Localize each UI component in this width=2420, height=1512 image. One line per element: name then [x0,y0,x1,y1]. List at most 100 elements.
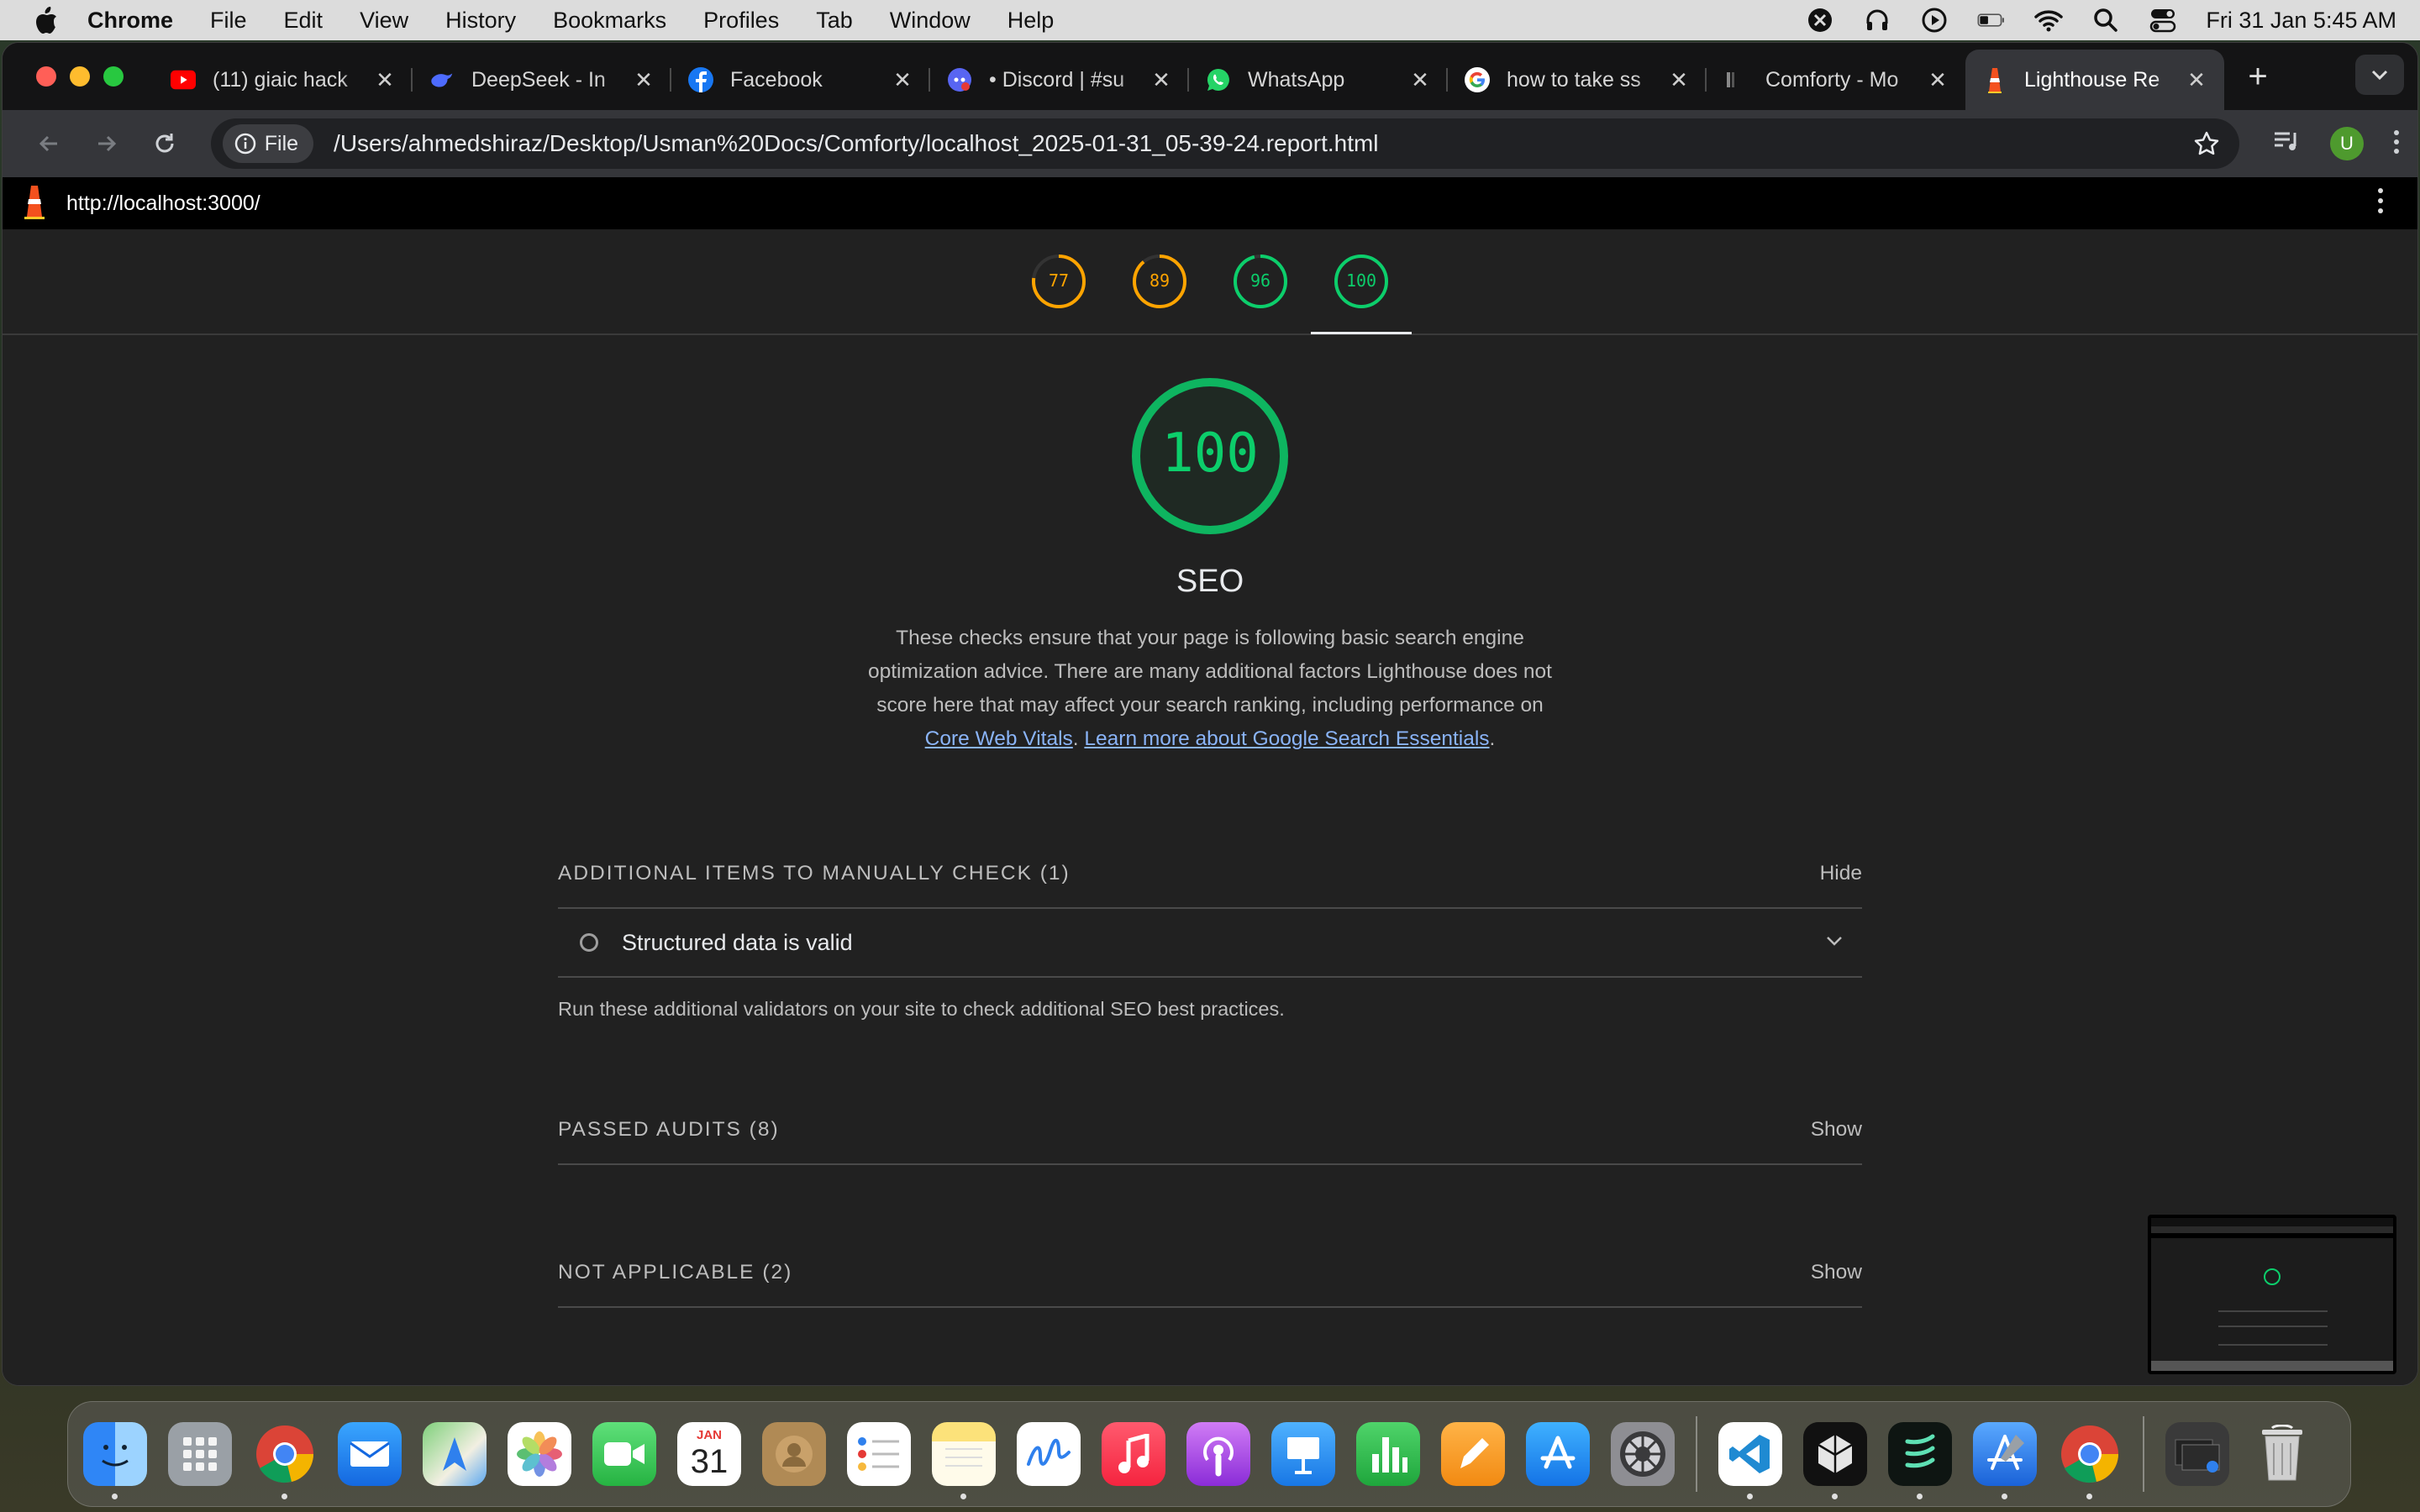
passed-audits-toggle[interactable]: Show [1811,1118,1862,1142]
zoom-window-button[interactable] [103,66,124,87]
minimize-window-button[interactable] [70,66,90,87]
battery-icon[interactable] [1977,7,2006,34]
launchpad-icon[interactable] [168,1422,232,1486]
address-url[interactable]: /Users/ahmedshiraz/Desktop/Usman%20Docs/… [334,130,2186,157]
numbers-icon[interactable] [1356,1422,1420,1486]
forward-button[interactable] [77,118,135,169]
tab-comforty[interactable]: Comforty - Mo ✕ [1707,55,1965,105]
menu-clock[interactable]: Fri 31 Jan 5:45 AM [2206,8,2396,34]
freeform-icon[interactable] [1017,1422,1081,1486]
system-settings-icon[interactable] [1611,1422,1675,1486]
category-gauge-3[interactable]: 100 [1311,231,1412,334]
report-url[interactable]: http://localhost:3000/ [66,192,260,216]
menu-help[interactable]: Help [989,8,1073,34]
report-menu-icon[interactable] [2377,187,2384,220]
chrome-dock-icon[interactable] [253,1422,317,1499]
menu-tab[interactable]: Tab [797,8,871,34]
apple-menu-icon[interactable] [24,3,69,37]
spotlight-search-icon[interactable] [2091,7,2120,34]
mail-icon[interactable] [338,1422,402,1486]
category-gauge-2[interactable]: 96 [1210,231,1311,332]
control-center-icon[interactable] [2149,7,2177,34]
terminal-app-icon[interactable] [1888,1422,1952,1499]
manual-checks-header[interactable]: ADDITIONAL ITEMS TO MANUALLY CHECK (1) H… [558,840,1862,909]
close-tab-icon[interactable]: ✕ [1925,67,1950,93]
finder-icon[interactable] [83,1422,147,1499]
app-store-icon[interactable] [1526,1422,1590,1486]
menu-file[interactable]: File [192,8,266,34]
close-tab-icon[interactable]: ✕ [372,67,397,93]
passed-audits-header[interactable]: PASSED AUDITS (8) Show [558,1096,1862,1165]
menu-bookmarks[interactable]: Bookmarks [534,8,685,34]
category-gauge-1[interactable]: 89 [1109,231,1210,332]
address-bar[interactable]: File /Users/ahmedshiraz/Desktop/Usman%20… [210,118,2239,169]
not-applicable-header[interactable]: NOT APPLICABLE (2) Show [558,1239,1862,1308]
close-tab-icon[interactable]: ✕ [1407,67,1433,93]
category-gauge-0[interactable]: 77 [1008,231,1109,332]
notes-icon[interactable] [932,1422,996,1499]
tab-whatsapp[interactable]: WhatsApp ✕ [1189,55,1448,105]
downloads-stack-icon[interactable] [2165,1422,2229,1486]
trash-icon[interactable] [2250,1422,2314,1486]
podcasts-icon[interactable] [1186,1422,1250,1486]
vscode-icon[interactable] [1718,1422,1782,1499]
close-tab-icon[interactable]: ✕ [2184,67,2209,93]
new-tab-button[interactable]: + [2233,58,2283,96]
close-tab-icon[interactable]: ✕ [1666,67,1691,93]
bookmark-star-icon[interactable] [2186,130,2228,157]
tab-search-button[interactable] [2355,55,2404,95]
media-controls-icon[interactable] [2273,129,2302,159]
vpn-status-icon[interactable] [1806,7,1834,34]
chrome-menu-icon[interactable] [2392,129,2401,160]
forward-arrow-icon [97,135,116,152]
photos-icon[interactable] [508,1422,571,1486]
close-tab-icon[interactable]: ✕ [1149,67,1174,93]
facetime-icon[interactable] [592,1422,656,1486]
menu-view[interactable]: View [341,8,427,34]
not-applicable-toggle[interactable]: Show [1811,1261,1862,1284]
profile-avatar[interactable]: U [2330,127,2364,160]
site-info-chip[interactable]: File [222,124,314,163]
core-web-vitals-link[interactable]: Core Web Vitals [925,727,1073,750]
gauge-score: 100 [1346,270,1376,291]
close-tab-icon[interactable]: ✕ [631,67,656,93]
pages-icon[interactable] [1441,1422,1505,1486]
google-search-essentials-link[interactable]: Learn more about Google Search Essential… [1084,727,1489,750]
contacts-icon[interactable] [762,1422,826,1486]
description-separator: . [1072,727,1085,750]
close-window-button[interactable] [36,66,56,87]
wifi-icon[interactable] [2034,7,2064,34]
tab-youtube[interactable]: (11) giaic hack ✕ [154,55,413,105]
xcode-icon[interactable] [1973,1422,2037,1499]
tab-title: • Discord | #su [989,67,1125,92]
reload-button[interactable] [136,118,194,169]
menu-profiles[interactable]: Profiles [685,8,797,34]
menu-history[interactable]: History [427,8,534,34]
headphones-icon[interactable] [1863,7,1891,34]
cursor-ide-icon[interactable] [1803,1422,1867,1499]
gauge-score: 89 [1150,270,1170,291]
tab-title: WhatsApp [1248,67,1345,92]
tab-google-search[interactable]: how to take ss ✕ [1448,55,1707,105]
back-button[interactable] [19,118,77,169]
chevron-down-icon[interactable] [1825,935,1844,951]
calendar-icon[interactable]: JAN 31 [677,1422,741,1486]
screenshot-thumbnail-preview[interactable] [2148,1215,2396,1374]
now-playing-icon[interactable] [1920,7,1949,34]
chrome-profile-dock-icon[interactable] [2058,1422,2122,1499]
keynote-icon[interactable] [1271,1422,1335,1486]
menu-window[interactable]: Window [871,8,989,34]
close-tab-icon[interactable]: ✕ [890,67,915,93]
menu-app-name[interactable]: Chrome [69,8,192,34]
maps-icon[interactable] [423,1422,487,1486]
tab-lighthouse-report[interactable]: Lighthouse Re ✕ [1965,50,2224,110]
tab-discord[interactable]: • Discord | #su ✕ [930,55,1189,105]
menu-edit[interactable]: Edit [266,8,342,34]
tab-deepseek[interactable]: DeepSeek - In ✕ [413,55,671,105]
reminders-icon[interactable] [847,1422,911,1486]
music-icon[interactable] [1102,1422,1165,1486]
manual-checks-toggle[interactable]: Hide [1820,862,1862,885]
tab-facebook[interactable]: Facebook ✕ [671,55,930,105]
tab-title: DeepSeek - In [471,67,606,92]
audit-structured-data[interactable]: Structured data is valid [558,909,1862,978]
